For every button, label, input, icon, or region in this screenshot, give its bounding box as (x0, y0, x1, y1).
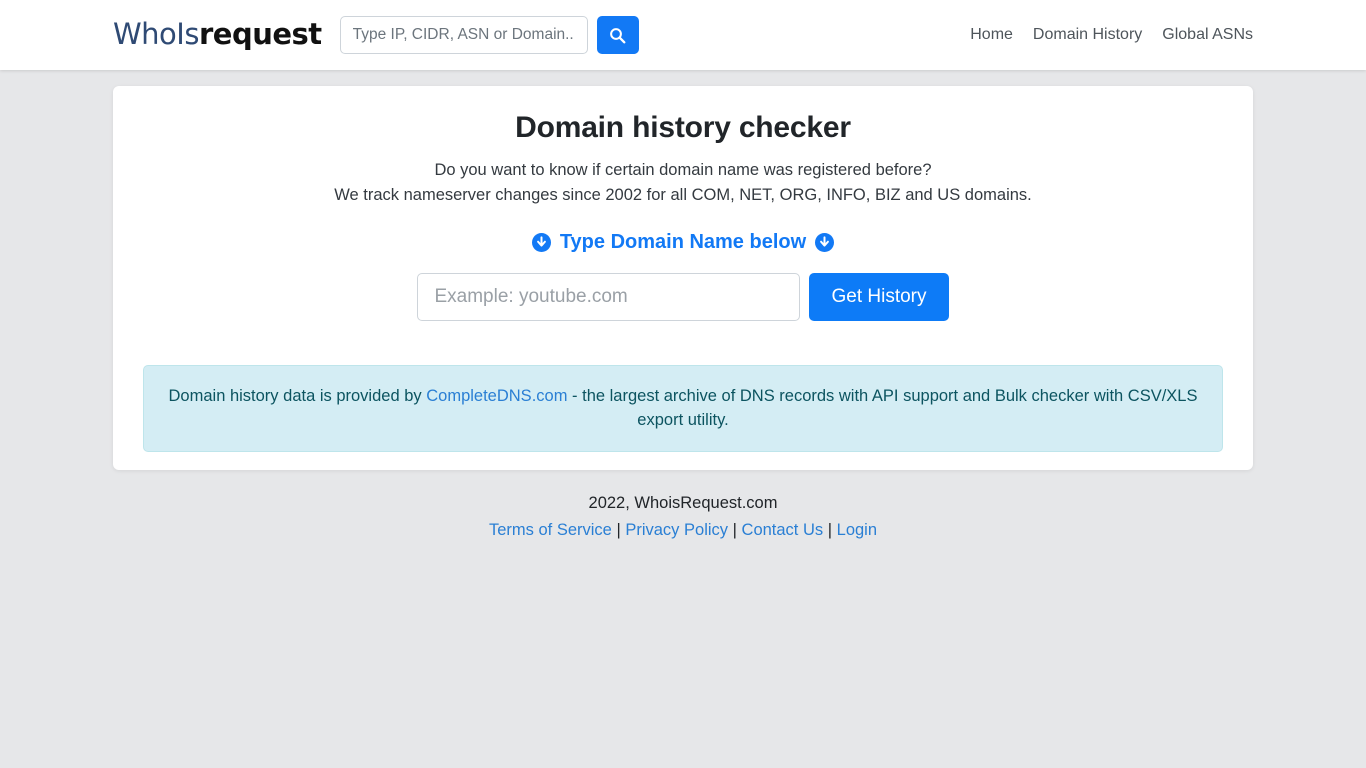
alert-text-before: Domain history data is provided by (168, 386, 427, 405)
footer-link-contact-us[interactable]: Contact Us (742, 521, 824, 539)
footer-separator: | (827, 520, 833, 539)
footer-separator: | (732, 520, 737, 539)
header-search-input[interactable] (339, 16, 588, 54)
logo-text-primary: WhoIs (113, 17, 199, 51)
domain-input[interactable] (417, 272, 801, 321)
lead-line-1: Do you want to know if certain domain na… (434, 161, 932, 179)
main-nav: Home Domain History Global ASNs (970, 26, 1253, 44)
footer-link-privacy-policy[interactable]: Privacy Policy (625, 521, 728, 539)
completednsd-link[interactable]: CompleteDNS.com (426, 387, 567, 405)
info-alert: Domain history data is provided by Compl… (143, 364, 1223, 452)
main-card: Domain history checker Do you want to kn… (113, 86, 1253, 470)
get-history-button[interactable]: Get History (809, 272, 949, 321)
nav-item-home[interactable]: Home (970, 26, 1013, 44)
alert-text-after: - the largest archive of DNS records wit… (567, 386, 1198, 430)
site-logo[interactable]: WhoIsrequest (113, 20, 322, 50)
header-search-button[interactable] (596, 16, 639, 54)
page-lead: Do you want to know if certain domain na… (128, 158, 1238, 208)
site-footer: 2022, WhoisRequest.com Terms of Service … (0, 491, 1366, 543)
footer-separator: | (616, 520, 621, 539)
footer-copyright: 2022, WhoisRequest.com (588, 494, 778, 512)
type-domain-prompt: Type Domain Name below (128, 231, 1238, 254)
footer-links: Terms of Service | Privacy Policy | Cont… (0, 518, 1366, 543)
footer-link-login[interactable]: Login (837, 521, 877, 539)
nav-item-domain-history[interactable]: Domain History (1033, 26, 1142, 44)
nav-item-global-asns[interactable]: Global ASNs (1162, 26, 1253, 44)
page-wrapper: Domain history checker Do you want to kn… (0, 70, 1366, 543)
search-icon (609, 27, 626, 44)
footer-link-terms-of-service[interactable]: Terms of Service (489, 521, 612, 539)
arrow-down-circle-icon (815, 232, 835, 252)
arrow-down-circle-icon (531, 232, 551, 252)
domain-search-form: Get History (128, 272, 1238, 321)
header-search-form (339, 16, 639, 54)
lead-line-2: We track nameserver changes since 2002 f… (334, 185, 1032, 204)
prompt-label: Type Domain Name below (559, 230, 807, 253)
site-header: WhoIsrequest Home Domain History Global … (0, 0, 1366, 70)
page-title: Domain history checker (515, 111, 851, 144)
logo-text-secondary: request (198, 17, 322, 51)
